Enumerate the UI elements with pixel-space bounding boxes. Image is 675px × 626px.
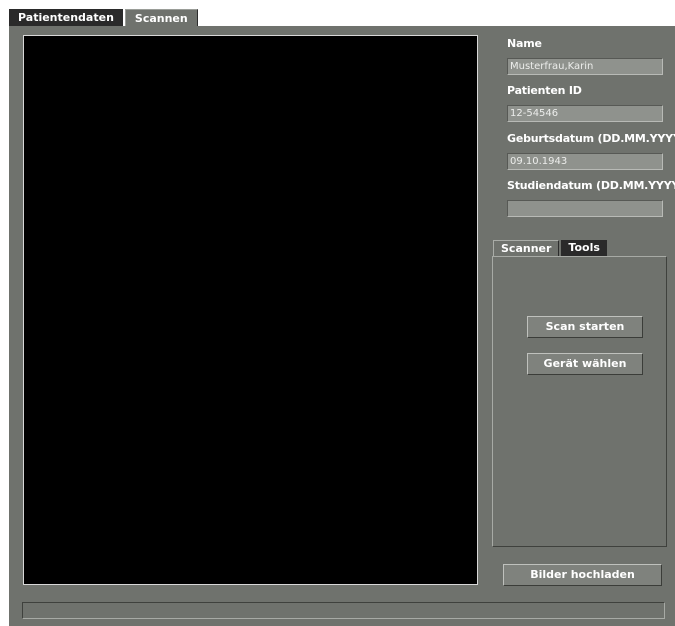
scan-panel: Name Patienten ID Geburtsdatum (DD.MM.YY… xyxy=(9,26,675,626)
birth-date-label: Geburtsdatum (DD.MM.YYYY) xyxy=(507,132,675,145)
name-field[interactable] xyxy=(507,58,663,75)
status-bar xyxy=(22,602,665,619)
scanner-tab-bar: Scanner Tools xyxy=(493,240,607,256)
scanner-tools-panel: Scan starten Gerät wählen xyxy=(492,256,667,547)
tab-scannen[interactable]: Scannen xyxy=(124,9,198,26)
main-tab-bar: Patientendaten Scannen xyxy=(9,9,198,26)
study-date-label: Studiendatum (DD.MM.YYYY) xyxy=(507,179,675,192)
scan-image-viewer[interactable] xyxy=(23,35,478,585)
patient-id-label: Patienten ID xyxy=(507,84,582,97)
select-device-button[interactable]: Gerät wählen xyxy=(527,353,643,375)
name-label: Name xyxy=(507,37,542,50)
scan-start-button[interactable]: Scan starten xyxy=(527,316,643,338)
upload-images-button[interactable]: Bilder hochladen xyxy=(503,564,662,586)
tab-tools[interactable]: Tools xyxy=(561,240,607,256)
tab-scanner[interactable]: Scanner xyxy=(493,240,560,256)
tab-patientendaten[interactable]: Patientendaten xyxy=(9,9,123,26)
app-window: Patientendaten Scannen Name Patienten ID… xyxy=(0,0,675,626)
birth-date-field[interactable] xyxy=(507,153,663,170)
patient-id-field[interactable] xyxy=(507,105,663,122)
study-date-field[interactable] xyxy=(507,200,663,217)
